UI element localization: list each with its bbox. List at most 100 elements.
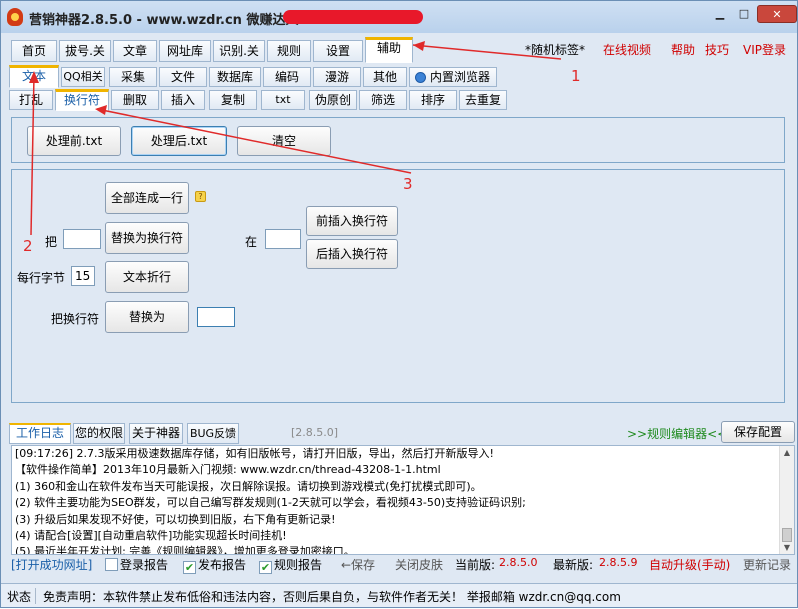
title-bar[interactable]: 营销神器2.8.5.0 - www.wzdr.cn 微赚达人.CN ▁ □ ✕: [1, 1, 797, 33]
subtab-qq[interactable]: QQ相关: [61, 67, 105, 87]
subtab-database[interactable]: 数据库: [209, 67, 261, 87]
sub-tab-bar: 文本 QQ相关 采集 文件 数据库 编码 漫游 其他 内置浏览器: [1, 64, 797, 88]
minimize-button[interactable]: ▁: [709, 5, 731, 23]
log-line: 【软件操作简单】2013年10月最新入门视频: www.wzdr.cn/thre…: [15, 463, 441, 477]
work-log[interactable]: [09:17:26] 2.7.3版采用极速数据库存储，如有旧版帐号，请打开旧版，…: [11, 445, 795, 555]
bytes-per-line-label: 每行字节: [17, 271, 66, 285]
close-button[interactable]: ✕: [757, 5, 797, 23]
scroll-down-icon[interactable]: ▼: [782, 543, 792, 552]
rule-report-checkbox[interactable]: ✔: [259, 561, 272, 574]
tab-home[interactable]: 首页: [11, 40, 57, 62]
subtab-collect[interactable]: 采集: [109, 67, 157, 87]
tool-shuffle[interactable]: 打乱: [9, 90, 53, 110]
scroll-thumb[interactable]: [782, 528, 792, 542]
subtab-other[interactable]: 其他: [363, 67, 407, 87]
after-file-button[interactable]: 处理后.txt: [131, 126, 227, 156]
before-file-button[interactable]: 处理前.txt: [27, 126, 121, 156]
log-line: [09:17:26] 2.7.3版采用极速数据库存储，如有旧版帐号，请打开旧版，…: [15, 447, 494, 460]
annotation-2: 2: [23, 237, 33, 255]
log-tab-permissions[interactable]: 您的权限: [73, 423, 125, 444]
tool-txt[interactable]: txt: [261, 90, 305, 110]
replace-with-input[interactable]: [197, 307, 235, 327]
tool-sort[interactable]: 排序: [409, 90, 457, 110]
version-tag: [2.8.5.0]: [291, 426, 339, 439]
redaction-mark: [283, 10, 423, 24]
tool-newline[interactable]: 换行符: [55, 89, 109, 111]
tab-url-library[interactable]: 网址库: [159, 40, 211, 62]
tool-extract[interactable]: 删取: [111, 90, 159, 110]
publish-report-toggle[interactable]: ✔ 发布报告: [183, 556, 246, 574]
tool-insert[interactable]: 插入: [161, 90, 205, 110]
insert-before-button[interactable]: 前插入换行符: [306, 206, 398, 236]
log-tab-bug[interactable]: BUG反馈: [187, 423, 239, 444]
open-success-link[interactable]: [打开成功网址]: [11, 556, 92, 573]
subtab-encoding[interactable]: 编码: [263, 67, 311, 87]
tab-assist[interactable]: 辅助: [365, 37, 413, 63]
current-version-value: 2.8.5.0: [499, 556, 538, 569]
status-label: 状态: [7, 590, 32, 604]
publish-report-checkbox[interactable]: ✔: [183, 561, 196, 574]
subtab-text[interactable]: 文本: [9, 65, 59, 88]
replace-source-input[interactable]: [63, 229, 101, 249]
subtab-browser-label: 内置浏览器: [429, 70, 490, 84]
tips-link[interactable]: 技巧: [705, 41, 729, 58]
newline-label: 把换行符: [51, 312, 100, 326]
changelog-link[interactable]: 更新记录: [743, 556, 791, 573]
text-wrap-button[interactable]: 文本折行: [105, 261, 189, 293]
bytes-per-line-input[interactable]: [71, 266, 95, 286]
annotation-1: 1: [571, 67, 581, 85]
browser-icon: [415, 72, 426, 83]
log-scrollbar[interactable]: ▲ ▼: [779, 446, 794, 554]
tab-articles[interactable]: 文章: [113, 40, 157, 62]
insert-after-button[interactable]: 后插入换行符: [306, 239, 398, 269]
subtab-file[interactable]: 文件: [159, 67, 207, 87]
online-video-link[interactable]: 在线视频: [603, 41, 651, 58]
app-window: 营销神器2.8.5.0 - www.wzdr.cn 微赚达人.CN ▁ □ ✕ …: [0, 0, 798, 608]
latest-version-label: 最新版:: [553, 558, 594, 572]
log-tab-worklog[interactable]: 工作日志: [9, 423, 71, 444]
subtab-browser[interactable]: 内置浏览器: [409, 67, 497, 87]
tool-filter[interactable]: 筛选: [359, 90, 407, 110]
disclaimer-text: 免责声明：本软件禁止发布低俗和违法内容，否则后果自负，与软件作者无关！ 举报邮箱…: [43, 590, 621, 604]
login-report-toggle[interactable]: 登录报告: [105, 556, 168, 573]
ba-label: 把: [45, 235, 58, 249]
maximize-button[interactable]: □: [733, 5, 755, 23]
rule-editor-link[interactable]: >>规则编辑器<<: [627, 425, 727, 442]
tab-recognize[interactable]: 识别.关: [213, 40, 265, 62]
options-bar: [打开成功网址] 登录报告 ✔ 发布报告 ✔ 规则报告 ←保存 关闭皮肤 当前版: …: [1, 554, 797, 574]
rule-report-toggle[interactable]: ✔ 规则报告: [259, 556, 322, 574]
random-tag-link[interactable]: *随机标签*: [525, 41, 585, 58]
join-all-lines-button[interactable]: 全部连成一行: [105, 182, 189, 214]
clear-button[interactable]: 清空: [237, 126, 331, 156]
vip-login-link[interactable]: VIP登录: [743, 41, 786, 58]
auto-upgrade-link[interactable]: 自动升级(手动): [649, 556, 730, 573]
log-tab-bar: 工作日志 您的权限 关于神器 BUG反馈 [2.8.5.0] >>规则编辑器<<…: [1, 421, 797, 445]
tab-dialup[interactable]: 拔号.关: [59, 40, 111, 62]
log-line: (4) 请配合[设置][自动重启软件]功能实现超长时间挂机!: [15, 529, 287, 543]
tool-dedupe[interactable]: 去重复: [459, 90, 507, 110]
tool-tab-bar: 打乱 换行符 删取 插入 复制 txt 伪原创 筛选 排序 去重复: [1, 89, 797, 111]
help-link[interactable]: 帮助: [671, 41, 695, 58]
scroll-up-icon[interactable]: ▲: [782, 448, 792, 457]
file-panel: [11, 117, 785, 163]
close-skin-link[interactable]: 关闭皮肤: [395, 556, 443, 573]
help-icon[interactable]: ?: [195, 191, 206, 202]
log-tab-about[interactable]: 关于神器: [129, 423, 183, 444]
rule-report-label: 规则报告: [274, 558, 323, 572]
annotation-3: 3: [403, 175, 413, 193]
zai-label: 在: [245, 235, 258, 249]
tab-rules[interactable]: 规则: [267, 40, 311, 62]
tool-pseudo-original[interactable]: 伪原创: [309, 90, 357, 110]
replace-with-button[interactable]: 替换为: [105, 301, 189, 333]
insert-target-input[interactable]: [265, 229, 301, 249]
save-link[interactable]: ←保存: [341, 556, 375, 573]
save-config-button[interactable]: 保存配置: [721, 421, 795, 443]
current-version-label: 当前版:: [455, 558, 496, 572]
publish-report-label: 发布报告: [198, 558, 247, 572]
tool-copy[interactable]: 复制: [209, 90, 257, 110]
subtab-roam[interactable]: 漫游: [313, 67, 361, 87]
app-logo-icon: [7, 8, 23, 26]
login-report-checkbox[interactable]: [105, 558, 118, 571]
tab-settings[interactable]: 设置: [313, 40, 363, 62]
replace-to-newline-button[interactable]: 替换为换行符: [105, 222, 189, 254]
